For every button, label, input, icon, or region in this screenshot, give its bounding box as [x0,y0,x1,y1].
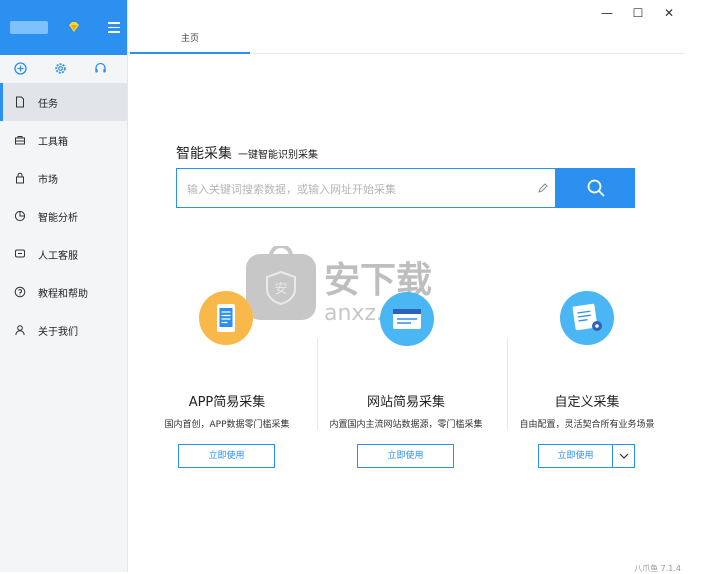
sidebar-item-label: 任务 [38,98,58,110]
sidebar-item-label: 教程和帮助 [38,288,88,300]
tab-bar: 主页 [130,28,684,54]
app-collect-desc: 国内首创，APP数据零门槛采集 [164,420,290,430]
minimize-button[interactable]: — [600,6,614,20]
search-button[interactable] [556,168,635,208]
sidebar-item-market[interactable]: 市场 [0,159,127,197]
svg-text:安: 安 [274,282,287,297]
sidebar-nav: 任务 工具箱 市场 智能分析 人工客服 教程和帮助 关于我们 [0,83,127,349]
maximize-button[interactable]: ☐ [631,6,645,20]
sidebar-item-help[interactable]: 教程和帮助 [0,273,127,311]
site-collect-title: 网站简易采集 [366,395,445,410]
person-icon [15,325,25,336]
doc-gear-icon [560,291,614,345]
dropdown-toggle[interactable] [612,445,634,467]
chat-icon [15,249,25,258]
hamburger-menu-icon[interactable] [108,22,120,33]
sidebar: 任务 工具箱 市场 智能分析 人工客服 教程和帮助 关于我们 [0,0,128,572]
sidebar-item-label: 智能分析 [38,212,78,224]
custom-collect-title: 自定义采集 [554,395,620,410]
close-button[interactable]: ✕ [662,6,676,20]
help-icon [14,286,26,298]
sidebar-item-analysis[interactable]: 智能分析 [0,197,127,235]
bag-icon [16,172,24,184]
search-icon [587,179,605,197]
sidebar-item-label: 市场 [38,174,58,186]
smart-collect-subtitle: 一键智能识别采集 [238,150,318,161]
version-label: 八爪鱼 7.1.4 [634,564,681,573]
card-divider [317,338,318,430]
sidebar-item-toolbox[interactable]: 工具箱 [0,121,127,159]
pen-icon[interactable] [537,182,549,194]
sidebar-item-label: 人工客服 [38,250,78,262]
chevron-down-icon [619,453,629,459]
site-collect-desc: 内置国内主流网站数据源，零门槛采集 [329,420,483,430]
sidebar-item-task[interactable]: 任务 [0,83,127,121]
headset-icon[interactable] [94,62,107,75]
custom-use-button[interactable]: 立即使用 [538,444,635,468]
custom-use-label: 立即使用 [557,451,594,461]
add-icon[interactable] [14,62,27,75]
vip-diamond-icon[interactable] [68,21,80,33]
sidebar-item-about[interactable]: 关于我们 [0,311,127,349]
search-box [176,168,556,208]
document-icon [16,96,24,108]
sidebar-item-support[interactable]: 人工客服 [0,235,127,273]
avatar[interactable] [10,21,48,34]
smart-collect-title: 智能采集 [176,146,232,162]
app-use-button[interactable]: 立即使用 [178,444,275,468]
gear-icon[interactable] [54,62,67,75]
search-input[interactable] [187,179,527,199]
chart-icon [14,210,26,222]
toolbox-icon [15,136,25,145]
custom-collect-desc: 自由配置，灵活契合所有业务场景 [519,420,655,430]
sidebar-item-label: 工具箱 [38,136,68,148]
browser-icon [380,292,434,346]
app-collect-title: APP简易采集 [188,395,266,410]
sidebar-header [0,0,127,55]
site-use-button[interactable]: 立即使用 [357,444,454,468]
sidebar-toolbar [0,55,127,83]
phone-icon [199,291,253,345]
tab-home[interactable]: 主页 [130,28,250,54]
sidebar-item-label: 关于我们 [38,326,78,338]
